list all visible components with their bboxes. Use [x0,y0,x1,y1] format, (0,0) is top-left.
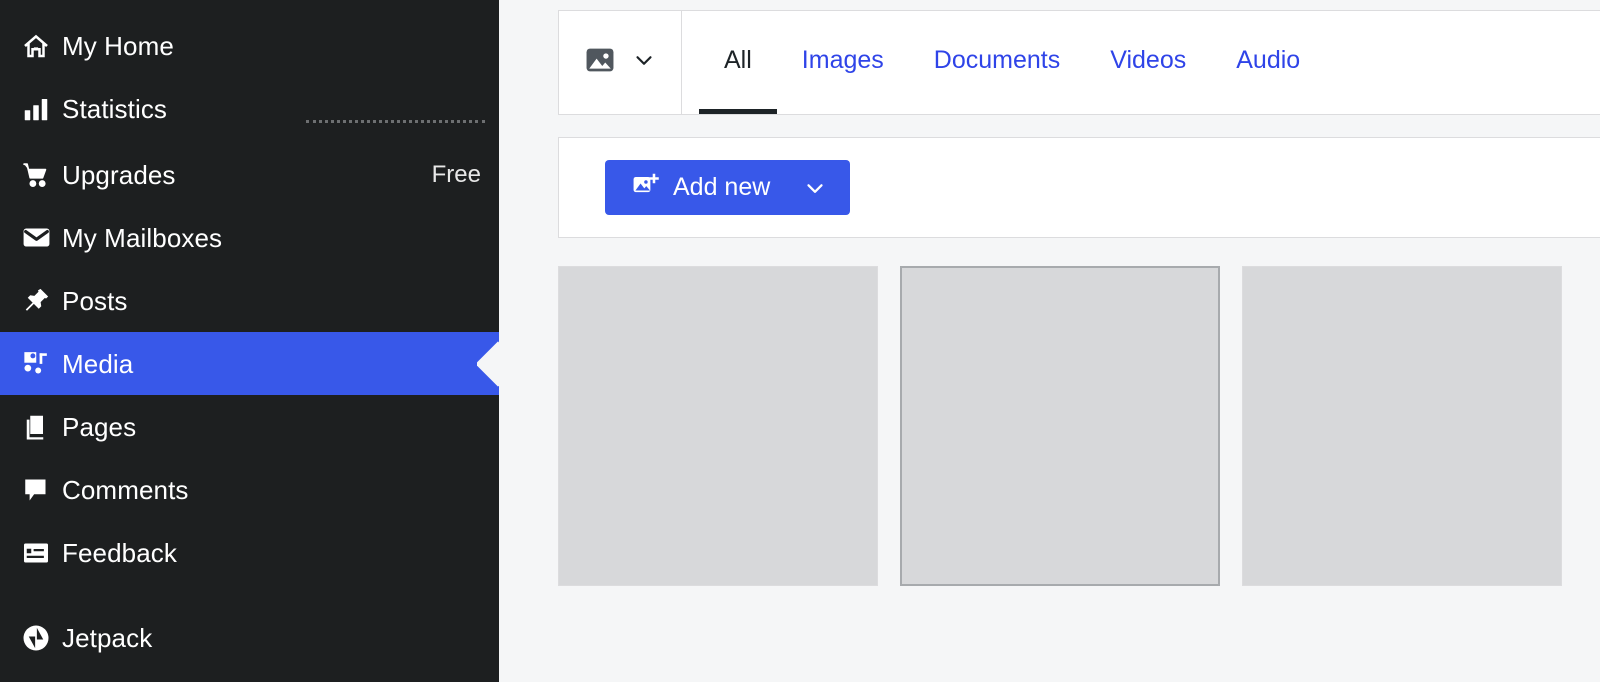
sidebar-item-badge: Free [431,160,481,188]
tab-images[interactable]: Images [777,11,909,114]
sidebar-divider [306,120,485,123]
sidebar-item-jetpack[interactable]: Jetpack [0,606,499,669]
chevron-down-icon [631,47,657,78]
pages-icon [10,412,62,442]
feedback-icon [10,538,62,568]
comment-icon [10,475,62,505]
house-icon [10,31,62,61]
media-grid [558,266,1600,586]
sidebar-item-posts[interactable]: Posts [0,269,499,332]
sidebar-item-label: Feedback [62,537,177,568]
jetpack-icon [10,623,62,653]
sidebar-item-upgrades[interactable]: Upgrades Free [0,143,499,206]
sidebar-item-label: Comments [62,474,189,505]
tab-videos[interactable]: Videos [1085,11,1211,114]
media-tile[interactable] [1242,266,1562,586]
sidebar-item-label: Posts [62,285,128,316]
image-icon [583,43,617,82]
media-type-switcher[interactable] [559,11,682,114]
sidebar-item-pages[interactable]: Pages [0,395,499,458]
media-tile[interactable] [900,266,1220,586]
sidebar-item-label: My Mailboxes [62,222,223,253]
bar-chart-icon [10,94,62,124]
cart-icon [10,159,62,190]
media-tabs: All Images Documents Videos Audio [682,11,1325,114]
selected-indicator-arrow [477,341,499,387]
add-image-icon [631,170,659,205]
sidebar-item-my-mailboxes[interactable]: My Mailboxes [0,206,499,269]
add-new-button-label: Add new [673,173,771,201]
add-new-button[interactable]: Add new [605,160,851,215]
sidebar-item-media[interactable]: Media [0,332,499,395]
sidebar-item-my-home[interactable]: My Home [0,14,499,77]
sidebar-item-label: Jetpack [62,622,153,653]
chevron-down-icon [802,175,828,201]
app-root: My Home Statistics Upgrades Free My Mail… [0,0,1600,682]
pin-icon [10,286,62,316]
media-actions-bar: Add new [558,137,1600,238]
media-icon [10,348,62,379]
sidebar-item-label: Upgrades [62,159,176,190]
sidebar-item-feedback[interactable]: Feedback [0,521,499,584]
sidebar-item-label: Media [62,348,134,379]
sidebar-item-statistics[interactable]: Statistics [0,77,499,140]
sidebar: My Home Statistics Upgrades Free My Mail… [0,0,499,682]
main-content: All Images Documents Videos Audio Add ne… [499,0,1600,682]
tab-audio[interactable]: Audio [1211,11,1325,114]
sidebar-item-comments[interactable]: Comments [0,458,499,521]
media-tile[interactable] [558,266,878,586]
sidebar-item-label: My Home [62,30,174,61]
tab-documents[interactable]: Documents [909,11,1085,114]
sidebar-item-label: Statistics [62,93,168,124]
envelope-icon [10,222,62,253]
media-filter-bar: All Images Documents Videos Audio [558,10,1600,115]
sidebar-item-label: Pages [62,411,137,442]
tab-all[interactable]: All [699,11,777,114]
sidebar-section-gap [0,584,499,606]
